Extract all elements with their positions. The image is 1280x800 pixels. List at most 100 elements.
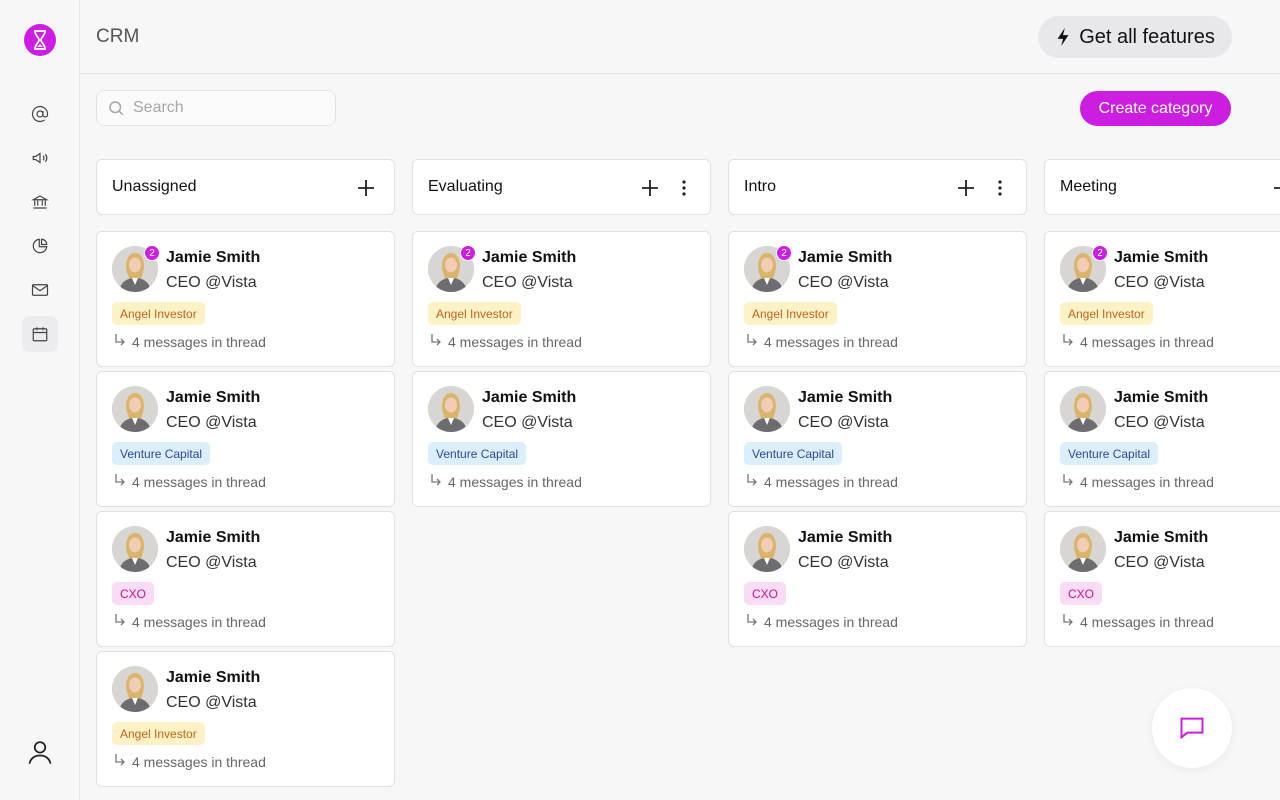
- category-tag[interactable]: Angel Investor: [428, 302, 521, 325]
- card-list: 2 Jamie Smith CEO @Vista Angel Investor 4 me…: [96, 231, 395, 787]
- thread-count: 4 messages in thread: [448, 473, 582, 490]
- contact-card[interactable]: Jamie Smith CEO @Vista Venture Capital 4 me…: [1044, 371, 1280, 507]
- category-tag[interactable]: Angel Investor: [112, 302, 205, 325]
- more-options-icon[interactable]: [676, 176, 692, 200]
- contact-role: CEO @Vista: [1114, 274, 1205, 291]
- thread-info[interactable]: 4 messages in thread: [114, 333, 266, 350]
- contact-card[interactable]: Jamie Smith CEO @Vista CXO 4 messages in th…: [96, 511, 395, 647]
- category-tag[interactable]: Angel Investor: [744, 302, 837, 325]
- add-card-icon[interactable]: [1270, 176, 1280, 200]
- category-tag[interactable]: Venture Capital: [1060, 442, 1159, 465]
- contact-card[interactable]: 2 Jamie Smith CEO @Vista Angel Investor 4 me…: [96, 231, 395, 367]
- card-list: 2 Jamie Smith CEO @Vista Angel Investor 4 me…: [412, 231, 711, 507]
- megaphone-icon[interactable]: [22, 140, 58, 176]
- column-unassigned: Unassigned 2 Jamie Smith CEO @Vista Angel In…: [96, 159, 395, 787]
- at-icon[interactable]: [22, 96, 58, 132]
- get-all-features-button[interactable]: Get all features: [1038, 16, 1232, 58]
- thread-count: 4 messages in thread: [764, 473, 898, 490]
- category-tag[interactable]: CXO: [744, 582, 787, 605]
- search-input[interactable]: [133, 99, 313, 117]
- page-title: CRM: [96, 26, 140, 47]
- thread-info[interactable]: 4 messages in thread: [1062, 473, 1214, 490]
- category-tag[interactable]: CXO: [112, 582, 155, 605]
- column-meeting: Meeting 2 Jamie Smith CEO @Vista Angel Inves…: [1044, 159, 1280, 787]
- thread-info[interactable]: 4 messages in thread: [430, 333, 582, 350]
- contact-card[interactable]: Jamie Smith CEO @Vista Venture Capital 4 me…: [412, 371, 711, 507]
- contact-name: Jamie Smith: [798, 249, 893, 266]
- category-tag[interactable]: CXO: [1060, 582, 1103, 605]
- user-profile-icon[interactable]: [22, 732, 58, 772]
- contact-role: CEO @Vista: [482, 274, 573, 291]
- contact-card[interactable]: Jamie Smith CEO @Vista Venture Capital 4 me…: [96, 371, 395, 507]
- reply-arrow-icon: [746, 333, 758, 350]
- thread-info[interactable]: 4 messages in thread: [1062, 333, 1214, 350]
- hourglass-logo-icon[interactable]: [24, 24, 56, 56]
- category-tag[interactable]: Angel Investor: [1060, 302, 1153, 325]
- add-card-icon[interactable]: [954, 176, 978, 200]
- reply-arrow-icon: [1062, 333, 1074, 350]
- category-tag[interactable]: Venture Capital: [428, 442, 527, 465]
- thread-info[interactable]: 4 messages in thread: [746, 613, 898, 630]
- contact-card[interactable]: 2 Jamie Smith CEO @Vista Angel Investor 4 me…: [412, 231, 711, 367]
- card-list: 2 Jamie Smith CEO @Vista Angel Investor 4 me…: [728, 231, 1027, 647]
- thread-info[interactable]: 4 messages in thread: [430, 473, 582, 490]
- contact-role: CEO @Vista: [798, 414, 889, 431]
- thread-info[interactable]: 4 messages in thread: [114, 613, 266, 630]
- calendar-icon[interactable]: [22, 316, 58, 352]
- thread-info[interactable]: 4 messages in thread: [746, 333, 898, 350]
- thread-info[interactable]: 4 messages in thread: [1062, 613, 1214, 630]
- add-card-icon[interactable]: [354, 176, 378, 200]
- thread-info[interactable]: 4 messages in thread: [114, 753, 266, 770]
- bank-icon[interactable]: [22, 184, 58, 220]
- reply-arrow-icon: [114, 753, 126, 770]
- contact-role: CEO @Vista: [166, 274, 257, 291]
- reply-arrow-icon: [114, 473, 126, 490]
- pie-chart-icon[interactable]: [22, 228, 58, 264]
- contact-name: Jamie Smith: [166, 669, 261, 686]
- notification-badge: 2: [144, 245, 160, 261]
- contact-card[interactable]: 2 Jamie Smith CEO @Vista Angel Investor 4 me…: [728, 231, 1027, 367]
- contact-card[interactable]: Jamie Smith CEO @Vista Angel Investor 4 mes…: [96, 651, 395, 787]
- reply-arrow-icon: [746, 473, 758, 490]
- notification-badge: 2: [776, 245, 792, 261]
- column-title: Intro: [744, 178, 777, 195]
- search-icon: [109, 101, 124, 116]
- contact-card[interactable]: Jamie Smith CEO @Vista CXO 4 messages in th…: [728, 511, 1027, 647]
- contact-card[interactable]: 2 Jamie Smith CEO @Vista Angel Investor 4 me…: [1044, 231, 1280, 367]
- reply-arrow-icon: [114, 333, 126, 350]
- chat-button[interactable]: [1152, 688, 1232, 768]
- reply-arrow-icon: [1062, 473, 1074, 490]
- create-category-button[interactable]: Create category: [1080, 91, 1231, 126]
- contact-name: Jamie Smith: [166, 249, 261, 266]
- thread-count: 4 messages in thread: [132, 613, 266, 630]
- reply-arrow-icon: [1062, 613, 1074, 630]
- contact-card[interactable]: Jamie Smith CEO @Vista CXO 4 messages in th…: [1044, 511, 1280, 647]
- contact-role: CEO @Vista: [798, 274, 889, 291]
- avatar: [744, 526, 790, 572]
- avatar: [112, 666, 158, 712]
- category-tag[interactable]: Venture Capital: [744, 442, 843, 465]
- lightning-icon: [1057, 27, 1069, 47]
- reply-arrow-icon: [430, 333, 442, 350]
- column-title: Unassigned: [112, 178, 197, 195]
- category-tag[interactable]: Venture Capital: [112, 442, 211, 465]
- thread-count: 4 messages in thread: [1080, 473, 1214, 490]
- contact-name: Jamie Smith: [1114, 529, 1209, 546]
- add-card-icon[interactable]: [638, 176, 662, 200]
- column-header: Evaluating: [412, 159, 711, 215]
- contact-card[interactable]: Jamie Smith CEO @Vista Venture Capital 4 me…: [728, 371, 1027, 507]
- mail-icon[interactable]: [22, 272, 58, 308]
- notification-badge: 2: [1092, 245, 1108, 261]
- reply-arrow-icon: [430, 473, 442, 490]
- category-tag[interactable]: Angel Investor: [112, 722, 205, 745]
- thread-info[interactable]: 4 messages in thread: [746, 473, 898, 490]
- column-header: Meeting: [1044, 159, 1280, 215]
- more-options-icon[interactable]: [992, 176, 1008, 200]
- thread-info[interactable]: 4 messages in thread: [114, 473, 266, 490]
- reply-arrow-icon: [114, 613, 126, 630]
- avatar: [428, 386, 474, 432]
- reply-arrow-icon: [746, 613, 758, 630]
- thread-count: 4 messages in thread: [764, 333, 898, 350]
- thread-count: 4 messages in thread: [132, 753, 266, 770]
- avatar: [112, 526, 158, 572]
